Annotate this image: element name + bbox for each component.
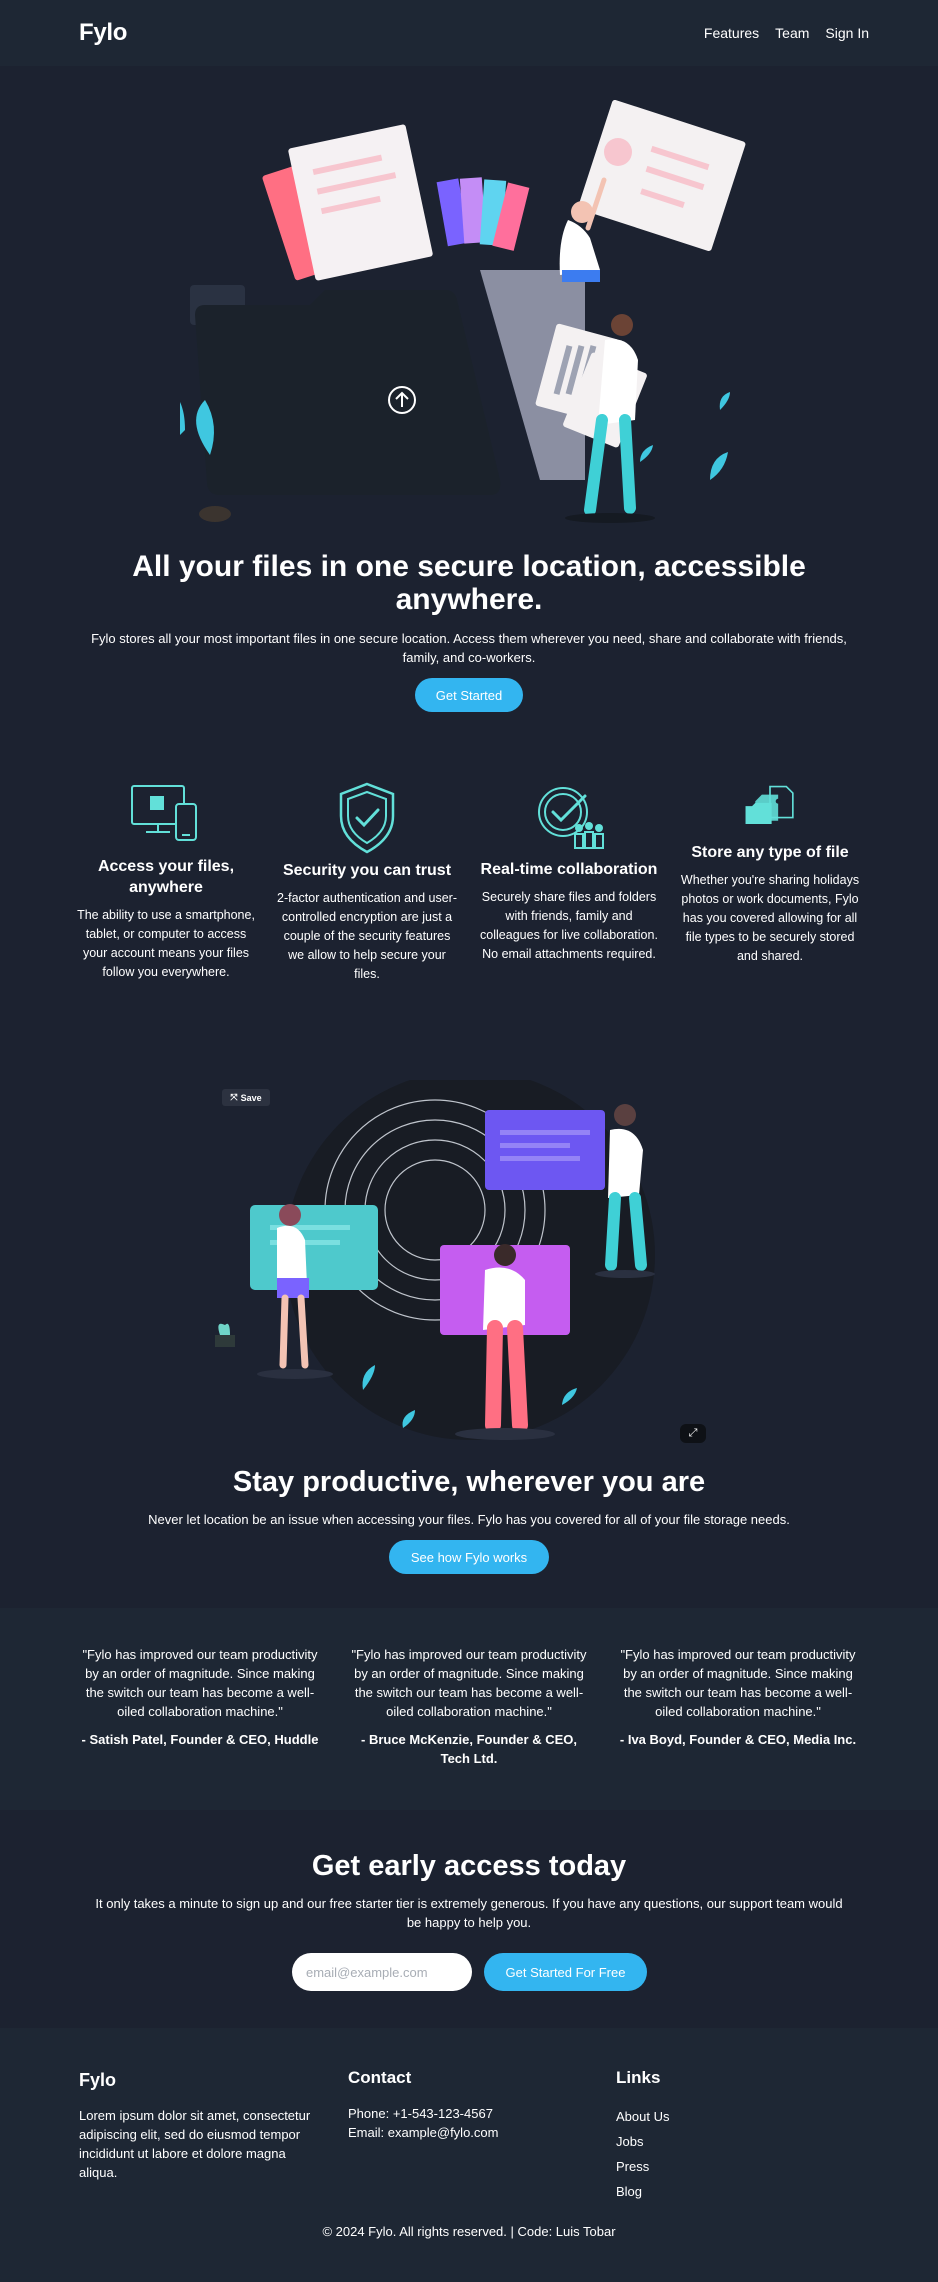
early-access-subtitle: It only takes a minute to sign up and ou…: [95, 1896, 843, 1930]
testimonial-quote: "Fylo has improved our team productivity…: [620, 1647, 856, 1719]
bookmark-icon: ⤧: [230, 1092, 238, 1102]
copyright: © 2024 Fylo. All rights reserved. | Code…: [322, 2224, 616, 2239]
contact-title: Contact: [348, 2068, 412, 2087]
footer-links: About Us Jobs Press Blog: [616, 2104, 776, 2204]
testimonial-card: "Fylo has improved our team productivity…: [349, 1645, 589, 1768]
feature-access: Access your files, anywhere The ability …: [76, 780, 256, 982]
collaboration-icon: [538, 787, 604, 849]
links-title: Links: [616, 2068, 661, 2087]
get-started-button[interactable]: Get Started: [415, 678, 523, 712]
feature-text: The ability to use a smartphone, tablet,…: [77, 908, 255, 979]
feature-title: Security you can trust: [282, 862, 452, 879]
early-access-title: Get early access today: [311, 1850, 627, 1882]
footer-link-press[interactable]: Press: [616, 2159, 649, 2174]
footer-link-blog[interactable]: Blog: [616, 2184, 642, 2199]
footer: Fylo Lorem ipsum dolor sit amet, consect…: [0, 2028, 938, 2282]
testimonial-card: "Fylo has improved our team productivity…: [618, 1645, 858, 1749]
feature-title: Access your files, anywhere: [97, 858, 235, 896]
contact-phone: Phone: +1-543-123-4567: [348, 2106, 493, 2121]
footer-links-column: Links About Us Jobs Press Blog: [616, 2066, 776, 2204]
file-types-icon: [745, 785, 794, 825]
email-input[interactable]: [292, 1953, 472, 1991]
nav-links: Features Team Sign In: [704, 25, 869, 41]
footer-brand-column: Fylo Lorem ipsum dolor sit amet, consect…: [79, 2068, 319, 2182]
footer-about: Lorem ipsum dolor sit amet, consectetur …: [79, 2108, 311, 2180]
feature-file-types: Store any type of file Whether you're sh…: [680, 780, 860, 966]
hero-illustration: [180, 100, 746, 523]
testimonials-section: "Fylo has improved our team productivity…: [0, 1608, 938, 1810]
testimonial-author: - Bruce McKenzie, Founder & CEO, Tech Lt…: [361, 1732, 577, 1766]
productive-illustration: [215, 1080, 655, 1440]
expand-icon[interactable]: ⤢: [680, 1424, 706, 1443]
testimonial-quote: "Fylo has improved our team productivity…: [351, 1647, 587, 1719]
feature-title: Real-time collaboration: [480, 861, 658, 878]
hero-title: All your files in one secure location, a…: [132, 550, 806, 616]
see-how-fylo-works-button[interactable]: See how Fylo works: [389, 1540, 549, 1574]
productive-title: Stay productive, wherever you are: [232, 1466, 706, 1498]
feature-security: Security you can trust 2-factor authenti…: [277, 780, 457, 984]
contact-email: Email: example@fylo.com: [348, 2125, 499, 2140]
nav-link-features[interactable]: Features: [704, 25, 759, 41]
testimonial-card: "Fylo has improved our team productivity…: [80, 1645, 320, 1749]
nav-link-team[interactable]: Team: [775, 25, 809, 41]
shield-icon: [339, 782, 395, 854]
feature-title: Store any type of file: [691, 844, 849, 861]
hero-subtitle: Fylo stores all your most important file…: [91, 631, 847, 665]
testimonial-quote: "Fylo has improved our team productivity…: [82, 1647, 318, 1719]
logo[interactable]: Fylo: [79, 19, 127, 47]
save-label: Save: [240, 1092, 262, 1103]
devices-icon: [131, 785, 197, 841]
top-navigation: Fylo Features Team Sign In: [0, 0, 938, 66]
footer-link-jobs[interactable]: Jobs: [616, 2134, 643, 2149]
nav-link-sign-in[interactable]: Sign In: [825, 25, 869, 41]
feature-text: Whether you're sharing holidays photos o…: [680, 873, 860, 963]
feature-text: Securely share files and folders with fr…: [480, 890, 658, 961]
feature-text: 2-factor authentication and user-control…: [277, 891, 457, 981]
testimonial-author: - Satish Patel, Founder & CEO, Huddle: [81, 1732, 319, 1747]
footer-contact-column: Contact Phone: +1-543-123-4567 Email: ex…: [348, 2066, 568, 2142]
footer-link-about-us[interactable]: About Us: [616, 2109, 669, 2124]
save-button[interactable]: ⤧ Save: [222, 1089, 270, 1106]
productive-subtitle: Never let location be an issue when acce…: [148, 1512, 790, 1527]
footer-logo: Fylo: [79, 2070, 117, 2090]
testimonial-author: - Iva Boyd, Founder & CEO, Media Inc.: [619, 1732, 857, 1747]
feature-collaboration: Real-time collaboration Securely share f…: [479, 780, 659, 964]
get-started-for-free-button[interactable]: Get Started For Free: [484, 1953, 647, 1991]
